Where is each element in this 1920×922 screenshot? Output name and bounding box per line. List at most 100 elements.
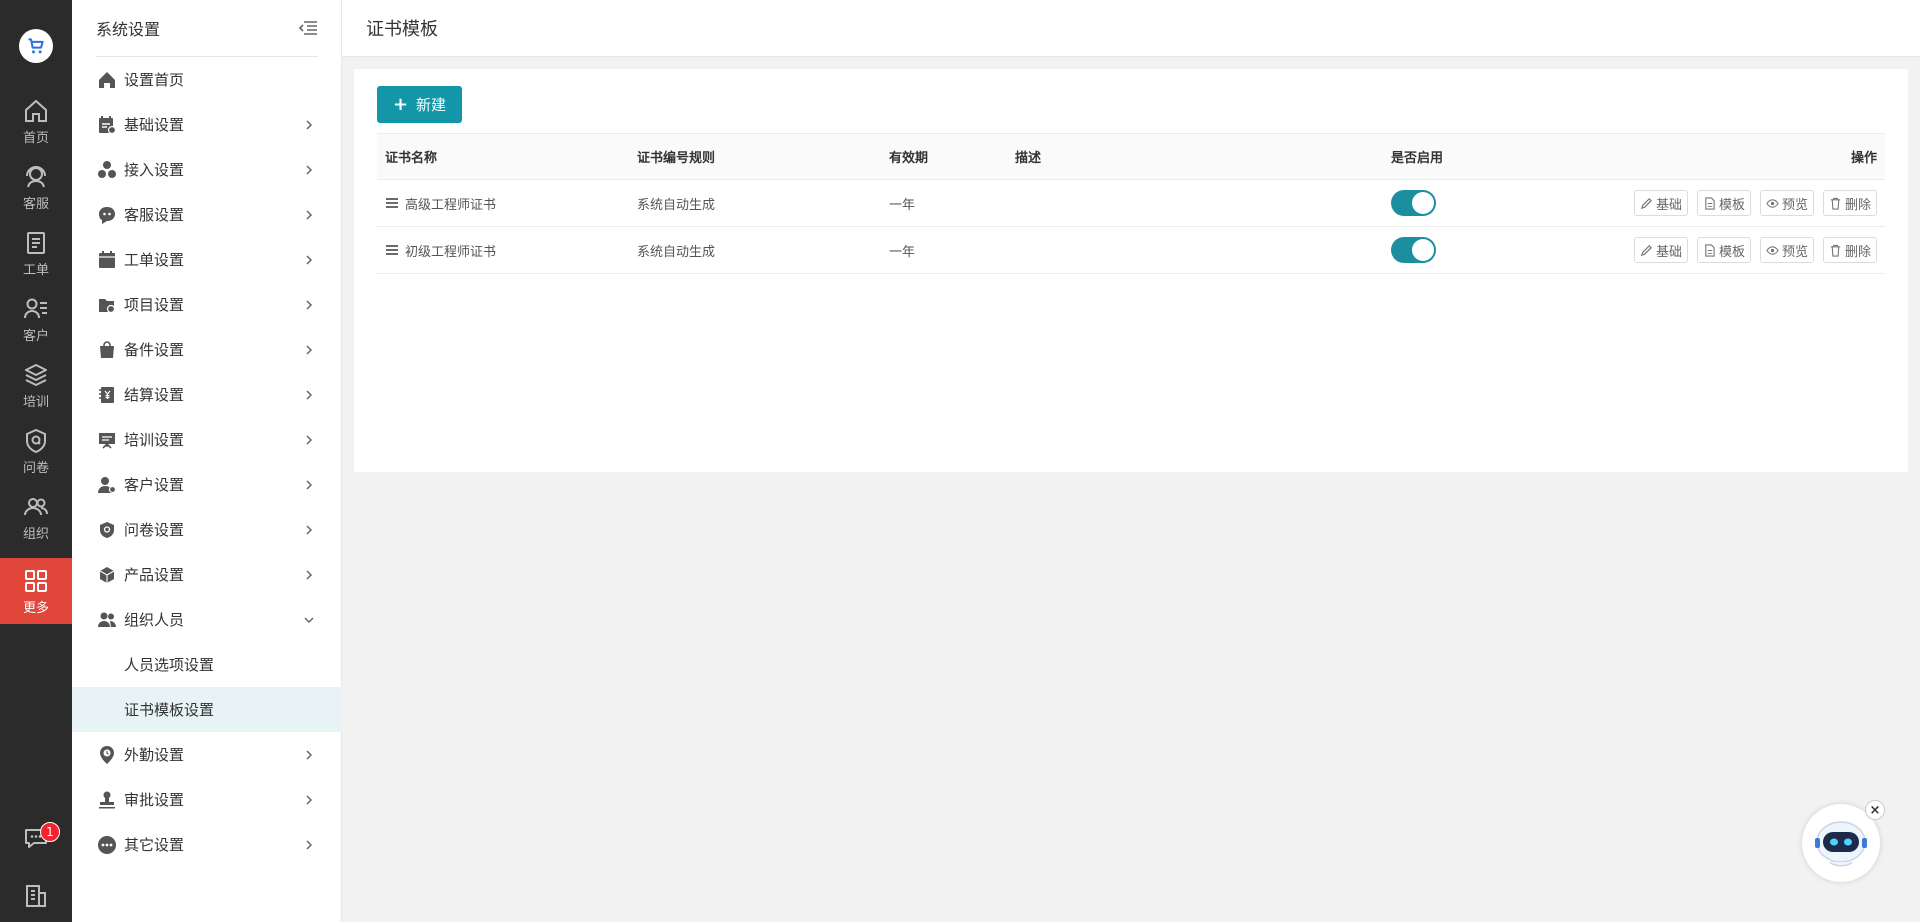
preview-button[interactable]: 预览 [1759,190,1814,216]
sidebar-item-project[interactable]: 项目设置 [72,282,342,327]
rail-item-label: 组织 [22,526,49,542]
cert-name: 初级工程师证书 [405,244,497,260]
preview-button[interactable]: 预览 [1759,237,1814,263]
template-button[interactable]: 模板 [1696,190,1751,216]
message-badge: 1 [40,822,60,842]
template-button-label: 模板 [1718,244,1745,260]
assistant-close-button[interactable]: × [1865,800,1885,820]
pencil-icon [1640,244,1652,256]
rail-item-customer[interactable]: 客户 [0,286,72,352]
preview-button-label: 预览 [1781,197,1808,213]
sidebar-item-survey[interactable]: 问卷设置 [72,507,342,552]
content-card: + 新建 证书名称 证书编号规则 有效期 描述 是否启用 操作 高级工程师证书 … [354,69,1908,472]
sidebar-item-label: 其它设置 [124,836,185,854]
sidebar-item-training[interactable]: 培训设置 [72,417,342,462]
sidebar-item-label: 组织人员 [124,611,185,629]
basic-button[interactable]: 基础 [1633,237,1688,263]
rail-item-survey[interactable]: 问卷 [0,418,72,484]
sidebar-item-ticket[interactable]: 工单设置 [72,237,342,282]
yuan-book-icon [96,384,118,406]
sidebar-item-service[interactable]: 客服设置 [72,192,342,237]
rail-item-label: 问卷 [22,460,49,476]
sidebar-item-label: 客户设置 [124,476,185,494]
cube-icon [96,564,118,586]
column-header-rule: 证书编号规则 [637,151,716,166]
enabled-toggle[interactable] [1391,190,1436,216]
document-icon [1705,243,1715,257]
sidebar-menu: 设置首页 基础设置 接入设置 客服设置 工单设置 项目设置 备件设置 结算设置 … [72,57,342,867]
collapse-menu-icon[interactable] [298,20,318,36]
page-title: 证书模板 [366,19,438,40]
logo[interactable] [19,29,53,63]
new-button[interactable]: + 新建 [377,86,462,123]
shield-q-icon [26,428,46,453]
chevron-right-icon [306,254,313,265]
basic-button-label: 基础 [1655,197,1682,213]
sidebar-item-basic[interactable]: 基础设置 [72,102,342,147]
sidebar-item-parts[interactable]: 备件设置 [72,327,342,372]
sidebar-item-label: 外勤设置 [124,746,185,764]
building-icon [26,885,46,907]
messages-button[interactable]: 1 [0,818,72,858]
sidebar-item-settings-home[interactable]: 设置首页 [72,57,342,102]
rail-item-label: 客服 [22,196,49,212]
location-clock-icon [96,744,118,766]
delete-button[interactable]: 删除 [1822,237,1877,263]
chevron-right-icon [306,209,313,220]
home-icon [25,99,47,122]
table-row: 初级工程师证书 系统自动生成 一年 基础 模板 预览 删除 [377,227,1885,274]
sidebar-item-customer[interactable]: 客户设置 [72,462,342,507]
trash-icon [1830,197,1841,210]
sidebar-item-settlement[interactable]: 结算设置 [72,372,342,417]
basic-button[interactable]: 基础 [1633,190,1688,216]
delete-button-label: 删除 [1844,244,1871,260]
eye-icon [1766,245,1779,255]
chevron-right-icon [306,479,313,490]
column-header-validity: 有效期 [889,151,929,166]
app-rail: 首页 客服 工单 客户 培训 问卷 组织 更多 1 [0,0,72,922]
cert-rule: 系统自动生成 [637,244,716,260]
template-button[interactable]: 模板 [1696,237,1751,263]
sidebar-item-label: 工单设置 [124,251,185,269]
rail-item-label: 首页 [22,130,49,146]
rail-item-label: 培训 [22,394,49,410]
nodes-icon [96,159,118,181]
drag-handle-icon[interactable] [385,197,399,209]
sidebar-item-other[interactable]: 其它设置 [72,822,342,867]
plus-icon: + [392,94,409,115]
delete-button-label: 删除 [1844,197,1871,213]
sidebar-item-org-staff[interactable]: 组织人员 [72,597,342,642]
chevron-right-icon [306,839,313,850]
chevron-right-icon [306,119,313,130]
chevron-right-icon [306,749,313,760]
column-header-enabled: 是否启用 [1391,151,1444,166]
column-header-name: 证书名称 [385,151,438,166]
calendar-icon [96,249,118,271]
sidebar-subitem-staff-options[interactable]: 人员选项设置 [72,642,342,687]
chevron-right-icon [306,524,313,535]
sidebar-item-access[interactable]: 接入设置 [72,147,342,192]
trash-icon [1830,244,1841,257]
sidebar-subitem-cert-template[interactable]: 证书模板设置 [72,687,342,732]
eye-icon [1766,198,1779,208]
document-icon [1705,196,1715,210]
headset-icon [26,165,46,187]
cart-icon [28,38,44,54]
sidebar-item-product[interactable]: 产品设置 [72,552,342,597]
sidebar-item-label: 项目设置 [124,296,185,314]
sidebar-item-field[interactable]: 外勤设置 [72,732,342,777]
cert-name: 高级工程师证书 [405,197,497,213]
rail-item-org[interactable]: 组织 [0,484,72,550]
rail-item-training[interactable]: 培训 [0,352,72,418]
rail-item-more[interactable]: 更多 [0,558,72,624]
enabled-toggle[interactable] [1391,237,1436,263]
rail-item-ticket[interactable]: 工单 [0,220,72,286]
sidebar-item-approval[interactable]: 审批设置 [72,777,342,822]
sidebar-header: 系统设置 [96,0,318,57]
rail-item-service[interactable]: 客服 [0,154,72,220]
company-button[interactable] [0,876,72,916]
layers-icon [25,363,47,386]
drag-handle-icon[interactable] [385,244,399,256]
rail-item-home[interactable]: 首页 [0,88,72,154]
delete-button[interactable]: 删除 [1822,190,1877,216]
